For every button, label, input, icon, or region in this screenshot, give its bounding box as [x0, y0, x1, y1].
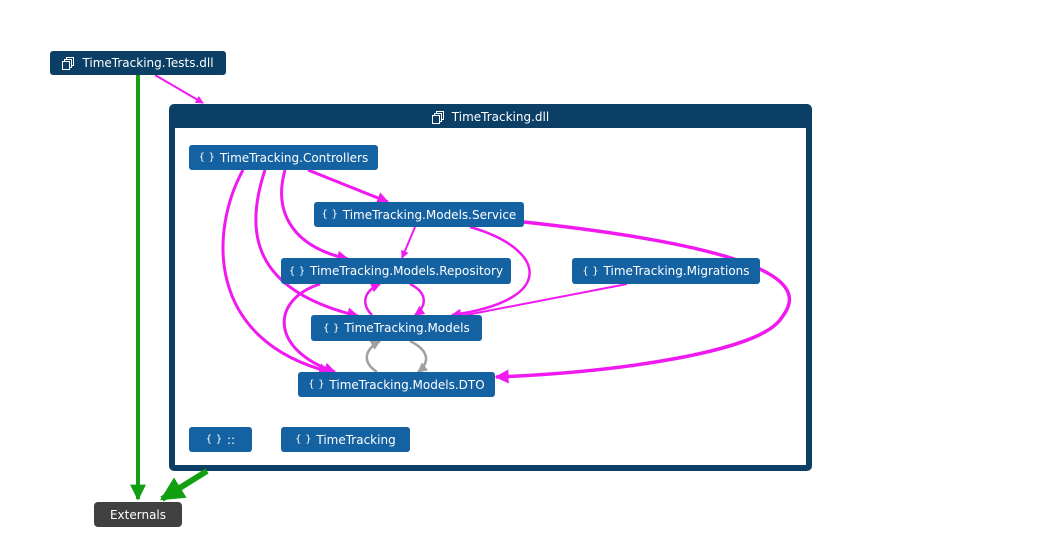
node-tests-dll[interactable]: TimeTracking.Tests.dll: [50, 51, 226, 75]
node-models-service[interactable]: { } TimeTracking.Models.Service: [314, 202, 524, 227]
node-controllers[interactable]: { } TimeTracking.Controllers: [189, 145, 378, 170]
namespace-icon: { }: [323, 322, 339, 334]
namespace-icon: { }: [205, 434, 222, 445]
node-label: TimeTracking.Tests.dll: [82, 56, 214, 70]
group-body: [175, 128, 806, 465]
namespace-icon: { }: [295, 434, 311, 445]
node-label: TimeTracking.Models: [344, 321, 470, 335]
node-label: TimeTracking.Models.DTO: [329, 377, 485, 392]
namespace-icon: { }: [308, 379, 324, 390]
assembly-icon: [431, 111, 446, 124]
node-label: TimeTracking.Controllers: [219, 150, 369, 165]
node-models[interactable]: { } TimeTracking.Models: [311, 315, 482, 341]
namespace-icon: { }: [198, 152, 215, 163]
namespace-icon: { }: [582, 265, 598, 277]
node-externals[interactable]: Externals: [94, 502, 182, 527]
edge-tests-to-main[interactable]: [154, 74, 204, 104]
namespace-icon: { }: [288, 265, 305, 277]
group-title-label: TimeTracking.dll: [451, 110, 550, 124]
edge-main-to-externals[interactable]: [159, 468, 209, 502]
node-label: TimeTracking.Models.Repository: [310, 264, 504, 278]
node-migrations[interactable]: { } TimeTracking.Migrations: [572, 258, 760, 284]
node-root-namespace[interactable]: { } TimeTracking: [281, 427, 410, 452]
node-label: Externals: [109, 507, 167, 522]
node-label: ::: [226, 432, 236, 447]
assembly-icon: [62, 57, 76, 70]
node-global-namespace[interactable]: { } ::: [189, 427, 252, 452]
group-title[interactable]: TimeTracking.dll: [169, 104, 812, 130]
node-label: TimeTracking.Models.Service: [342, 207, 517, 222]
node-models-repository[interactable]: { } TimeTracking.Models.Repository: [281, 258, 511, 284]
node-label: TimeTracking.Migrations: [603, 264, 750, 278]
namespace-icon: { }: [321, 209, 338, 220]
node-label: TimeTracking: [316, 432, 396, 447]
node-models-dto[interactable]: { } TimeTracking.Models.DTO: [298, 372, 495, 397]
